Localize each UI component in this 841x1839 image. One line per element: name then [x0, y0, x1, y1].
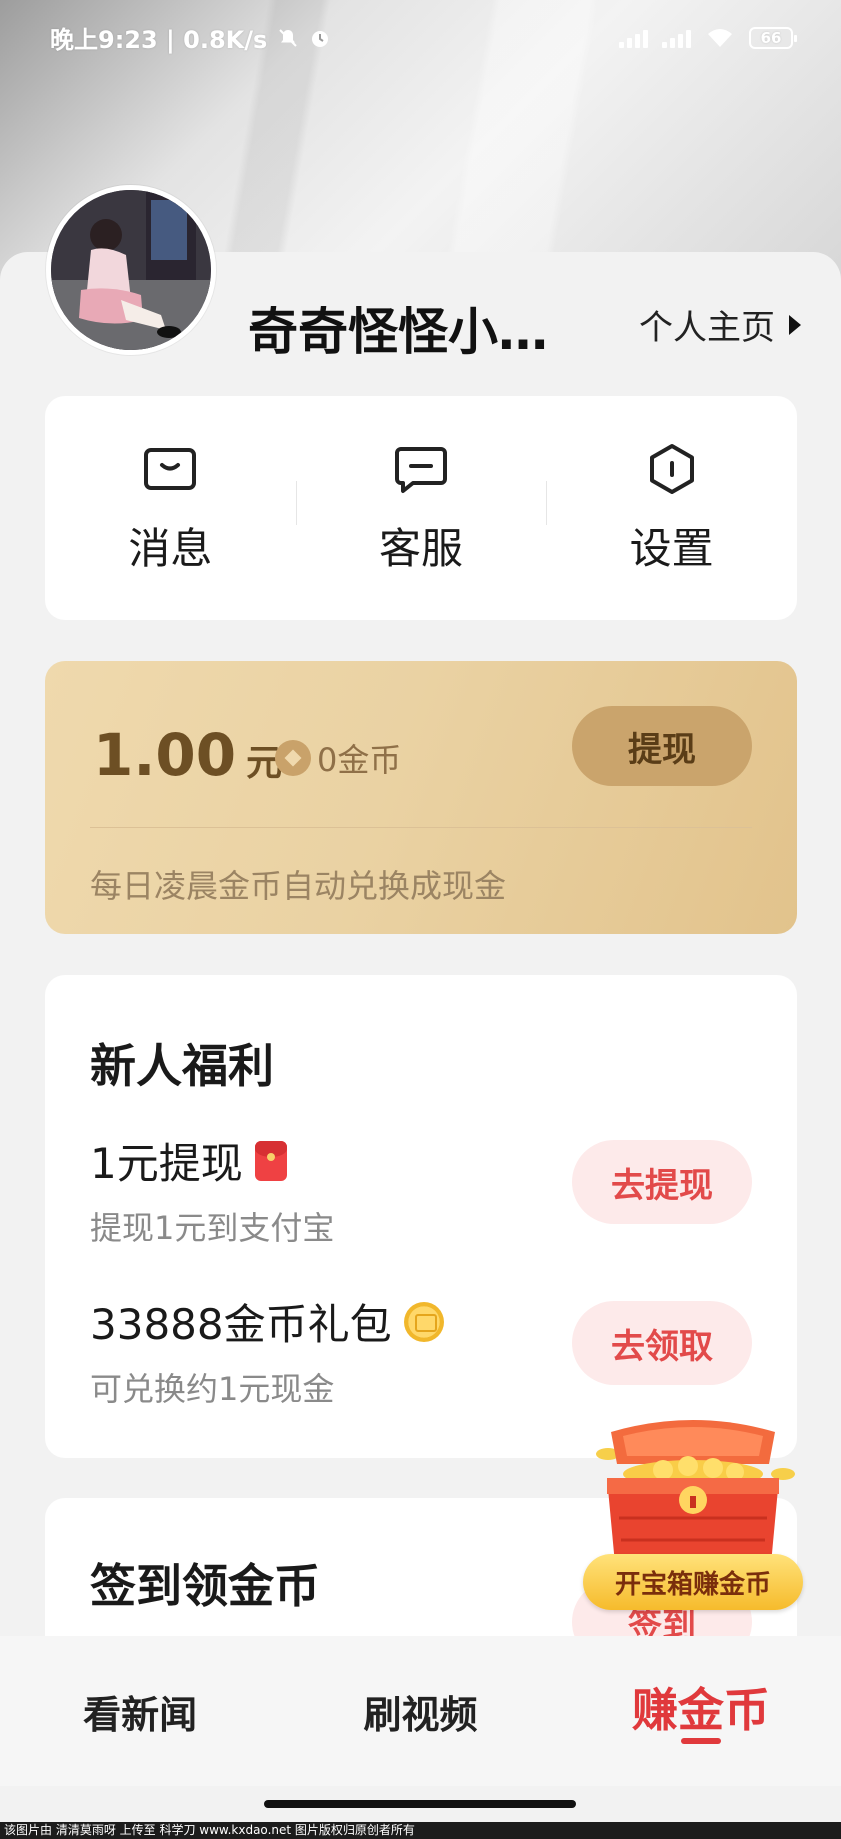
list-item: 1元提现 提现1元到支付宝 去提现 — [90, 1130, 752, 1250]
benefit-title-text: 33888金币礼包 — [90, 1300, 392, 1349]
menu-item-label: 消息 — [128, 523, 213, 573]
divider — [90, 827, 752, 828]
coin-balance: 0金币 — [275, 735, 401, 781]
signal-icon — [619, 28, 648, 48]
benefit-title-text: 1元提现 — [90, 1139, 243, 1188]
alarm-icon — [312, 30, 329, 47]
list-item: 33888金币礼包 可兑换约1元现金 去领取 — [90, 1291, 752, 1411]
treasure-chest-widget[interactable]: 开宝箱赚金币 — [583, 1414, 803, 1614]
wallet-note: 每日凌晨金币自动兑换成现金 — [90, 867, 507, 905]
go-withdraw-button[interactable]: 去提现 — [572, 1140, 752, 1224]
message-icon — [144, 447, 197, 490]
arrow-right-icon — [789, 314, 801, 335]
settings-icon — [649, 443, 694, 494]
signal-icon-2 — [662, 28, 691, 48]
status-right: 66 — [619, 26, 797, 49]
customer-service-icon — [395, 446, 447, 493]
newcomer-benefits-card: 新人福利 1元提现 提现1元到支付宝 去提现 33888金币礼包 可兑换约1元现… — [45, 975, 797, 1458]
coin-balance-text: 0金币 — [317, 741, 402, 779]
tab-earn-coins[interactable]: 赚金币 — [561, 1636, 841, 1744]
menu-item-customer-service[interactable]: 客服 — [295, 441, 547, 576]
open-chest-label: 开宝箱赚金币 — [583, 1554, 803, 1610]
go-claim-button[interactable]: 去领取 — [572, 1301, 752, 1385]
bell-muted-icon — [279, 28, 298, 47]
home-indicator[interactable] — [264, 1800, 576, 1808]
status-left: 晚上9:23 | 0.8K/s — [50, 20, 331, 55]
status-bar: 晚上9:23 | 0.8K/s 66 — [0, 0, 841, 75]
bottom-tab-bar: 看新闻 刷视频 赚金币 — [0, 1636, 841, 1786]
watermark: 该图片由 清清莫雨呀 上传至 科学刀 www.kxdao.net 图片版权归原创… — [0, 1822, 841, 1839]
avatar-image — [51, 190, 211, 350]
coin-icon — [275, 740, 311, 776]
personal-homepage-label: 个人主页 — [639, 308, 775, 348]
section-title: 签到领金币 — [90, 1559, 320, 1613]
personal-homepage-link[interactable]: 个人主页 — [639, 300, 801, 349]
status-time: 晚上9:23 | 0.8K/s — [50, 26, 268, 54]
menu-item-message[interactable]: 消息 — [45, 441, 296, 576]
tab-news[interactable]: 看新闻 — [0, 1636, 280, 1739]
menu-item-label: 设置 — [629, 523, 714, 573]
wallet-amount: 1.00 元 — [93, 721, 282, 789]
withdraw-button[interactable]: 提现 — [572, 706, 752, 786]
wifi-icon — [708, 28, 732, 47]
treasure-chest-icon — [596, 1420, 795, 1564]
menu-item-settings[interactable]: 设置 — [546, 441, 797, 576]
cash-amount: 1.00 — [93, 721, 237, 789]
tab-videos[interactable]: 刷视频 — [280, 1636, 560, 1739]
red-packet-icon — [254, 1140, 287, 1181]
avatar[interactable] — [46, 185, 216, 355]
battery-icon: 66 — [749, 26, 797, 49]
gold-coin-icon — [403, 1301, 444, 1342]
section-title: 新人福利 — [90, 1039, 274, 1093]
wallet-card: 1.00 元 0金币 提现 每日凌晨金币自动兑换成现金 — [45, 661, 797, 934]
menu-item-label: 客服 — [379, 523, 464, 573]
quick-menu-card: 消息 客服 设置 — [45, 396, 797, 620]
username[interactable]: 奇奇怪怪小… — [248, 292, 548, 364]
